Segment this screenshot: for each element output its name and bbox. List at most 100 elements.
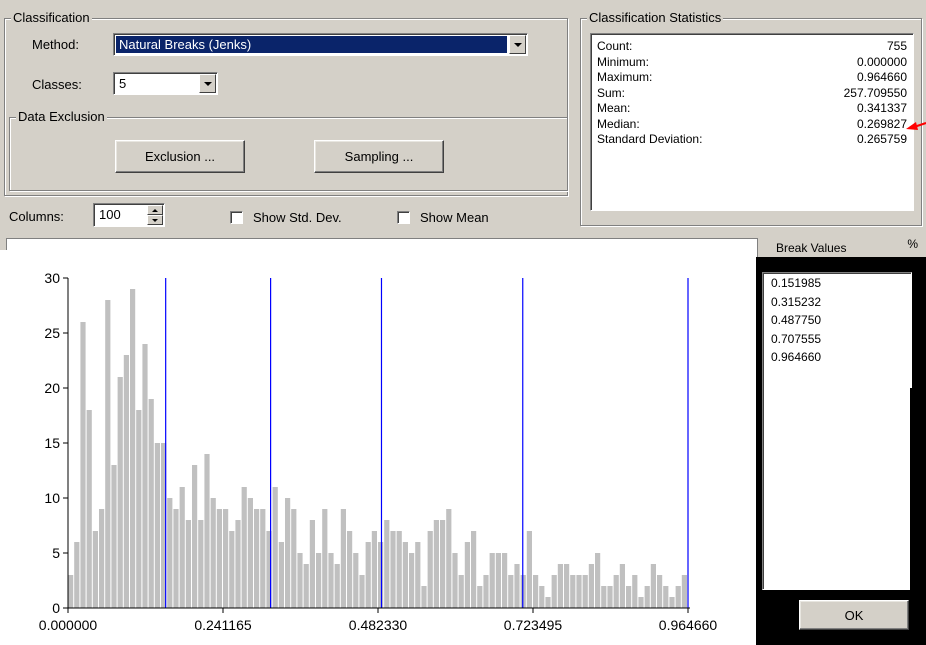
histogram-bar <box>607 586 613 608</box>
histogram-bar <box>173 509 179 608</box>
histogram-bar <box>619 564 625 608</box>
x-tick-label: 0.000000 <box>39 617 98 633</box>
stat-value: 0.341337 <box>856 101 907 115</box>
exclusion-button[interactable]: Exclusion ... <box>115 140 245 173</box>
histogram-bar <box>148 399 154 608</box>
classes-dropdown-button[interactable] <box>199 74 216 93</box>
show-mean-checkbox[interactable] <box>397 211 410 224</box>
stat-value: 0.269827 <box>856 116 907 131</box>
histogram-bar <box>198 520 204 608</box>
histogram-bar <box>316 553 322 608</box>
histogram-bar <box>68 575 74 608</box>
show-std-dev-label: Show Std. Dev. <box>253 210 342 225</box>
histogram-bar <box>533 575 539 608</box>
histogram-bar <box>471 531 477 608</box>
show-mean-label: Show Mean <box>420 210 489 225</box>
histogram-bar <box>650 564 656 608</box>
break-value-item[interactable]: 0.315232 <box>771 295 821 310</box>
histogram-bar <box>595 553 601 608</box>
histogram-bar <box>409 553 415 608</box>
histogram-chart[interactable]: 0 5 10 15 20 25 30 0.000000 0.241165 0.482330 0.72… <box>0 250 756 645</box>
y-tick-label: 0 <box>52 600 60 616</box>
stat-key: Maximum: <box>597 70 653 84</box>
histogram-bar <box>539 586 545 608</box>
columns-spin-up[interactable] <box>147 205 163 215</box>
break-value-item[interactable]: 0.151985 <box>771 276 821 291</box>
statistics-panel: Count: 755 Minimum: 0.000000 Maximum: 0.96466… <box>590 33 914 211</box>
red-arrow-head <box>906 122 918 130</box>
histogram-bar <box>396 531 402 608</box>
stat-key: Mean: <box>597 101 631 115</box>
histogram-bar <box>235 520 241 608</box>
histogram-bar <box>117 377 123 608</box>
histogram-bar <box>551 575 557 608</box>
spin-up-icon <box>152 208 158 212</box>
histogram-bar <box>80 322 86 608</box>
y-tick-label: 15 <box>44 435 60 451</box>
method-dropdown-button[interactable] <box>509 35 526 54</box>
histogram-bar <box>477 586 483 608</box>
histogram-bar <box>626 586 632 608</box>
break-value-item[interactable]: 0.487750 <box>771 313 821 328</box>
sampling-button[interactable]: Sampling ... <box>314 140 444 173</box>
percent-label: % <box>907 237 918 251</box>
histogram-bar <box>347 531 353 608</box>
histogram-bar <box>489 553 495 608</box>
break-values-title: Break Values <box>776 241 847 255</box>
histogram-bar <box>446 509 452 608</box>
histogram-bar <box>272 487 278 608</box>
y-tick-label: 25 <box>44 325 60 341</box>
x-tick-label: 0.723495 <box>504 617 563 633</box>
y-tick-label: 5 <box>52 545 60 561</box>
stat-row: Standard Deviation: 0.265759 <box>591 132 913 147</box>
histogram-bar <box>123 355 129 608</box>
histogram-bar <box>309 520 315 608</box>
x-tick-label: 0.241165 <box>194 617 252 633</box>
stat-value: 257.709550 <box>843 85 907 100</box>
histogram-bar <box>514 564 520 608</box>
histogram-bar <box>297 553 303 608</box>
histogram-bar <box>334 564 340 608</box>
ok-button[interactable]: OK <box>799 600 909 630</box>
histogram-bar <box>601 586 607 608</box>
break-value-item[interactable]: 0.707555 <box>771 332 821 347</box>
y-tick-label: 10 <box>44 490 60 506</box>
histogram-bar <box>229 531 235 608</box>
histogram-bar <box>241 487 247 608</box>
stat-key: Median: <box>597 116 640 131</box>
histogram-bar <box>390 531 396 608</box>
red-arrow-icon <box>906 122 926 130</box>
classes-combobox[interactable]: 5 <box>113 72 218 95</box>
stat-row: Maximum: 0.964660 <box>591 70 913 85</box>
histogram-bar <box>254 509 260 608</box>
break-list-scrollbar[interactable] <box>910 388 918 590</box>
histogram-bar <box>303 564 309 608</box>
histogram-bar <box>74 542 80 608</box>
columns-spin-down[interactable] <box>147 215 163 225</box>
chevron-down-icon <box>513 42 522 47</box>
method-label: Method: <box>32 37 79 52</box>
histogram-bar <box>328 553 334 608</box>
histogram-bar <box>291 509 297 608</box>
columns-spinner[interactable]: 100 <box>93 203 165 227</box>
histogram-bar <box>322 509 328 608</box>
histogram-bar <box>663 586 669 608</box>
break-values-list[interactable]: 0.151985 0.315232 0.487750 0.707555 0.964660 <box>762 272 912 590</box>
stat-row: Count: 755 <box>591 39 913 54</box>
classes-label: Classes: <box>32 77 82 92</box>
stat-key: Minimum: <box>597 54 650 69</box>
histogram-bar <box>632 575 638 608</box>
method-combobox[interactable]: Natural Breaks (Jenks) <box>113 33 528 56</box>
chevron-down-icon <box>203 81 212 86</box>
histogram-bar <box>502 553 508 608</box>
columns-label: Columns: <box>9 209 64 224</box>
show-std-dev-checkbox[interactable] <box>230 211 243 224</box>
break-value-item[interactable]: 0.964660 <box>771 350 821 365</box>
histogram-bar <box>464 542 470 608</box>
histogram-bar <box>638 597 644 608</box>
histogram-bar <box>433 520 439 608</box>
histogram-bar <box>415 542 421 608</box>
histogram-bar <box>576 575 582 608</box>
spin-down-icon <box>152 218 158 222</box>
histogram-bar <box>402 542 408 608</box>
